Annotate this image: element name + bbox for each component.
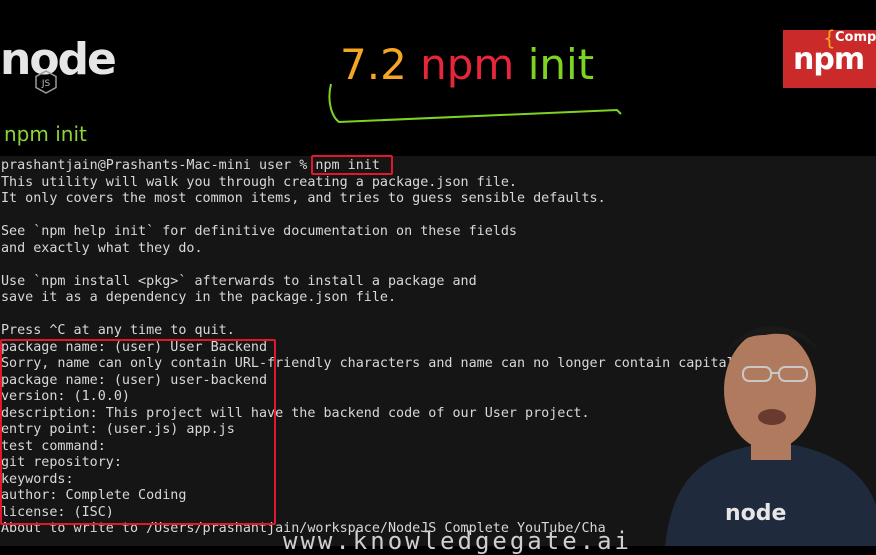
terminal-line: save it as a dependency in the package.j…	[1, 290, 397, 305]
js-hexagon-icon: JS	[35, 70, 57, 94]
green-underline-stroke	[328, 83, 622, 124]
terminal-line: It only covers the most common items, an…	[1, 191, 606, 206]
terminal-line: and exactly what they do.	[1, 240, 203, 256]
npm-logo-badge: { Comp npm	[783, 26, 876, 88]
svg-text:JS: JS	[41, 79, 51, 89]
presenter-video: node	[665, 326, 876, 546]
svg-text:node: node	[725, 501, 786, 526]
terminal-line: Press ^C at any time to quit.	[1, 323, 235, 338]
prompts-highlight-box	[0, 339, 276, 525]
terminal-line: Use `npm install <pkg>` afterwards to in…	[1, 273, 477, 289]
terminal-line: This utility will walk you through creat…	[1, 174, 517, 190]
terminal-line: See `npm help init` for definitive docum…	[1, 224, 517, 239]
slide-header: node JS 7.2 npm init { Comp npm npm init	[0, 0, 876, 156]
slide-subtitle: npm init	[4, 122, 87, 146]
watermark: www.knowledgegate.ai	[283, 527, 632, 555]
npm-init-highlight-box	[311, 155, 393, 175]
